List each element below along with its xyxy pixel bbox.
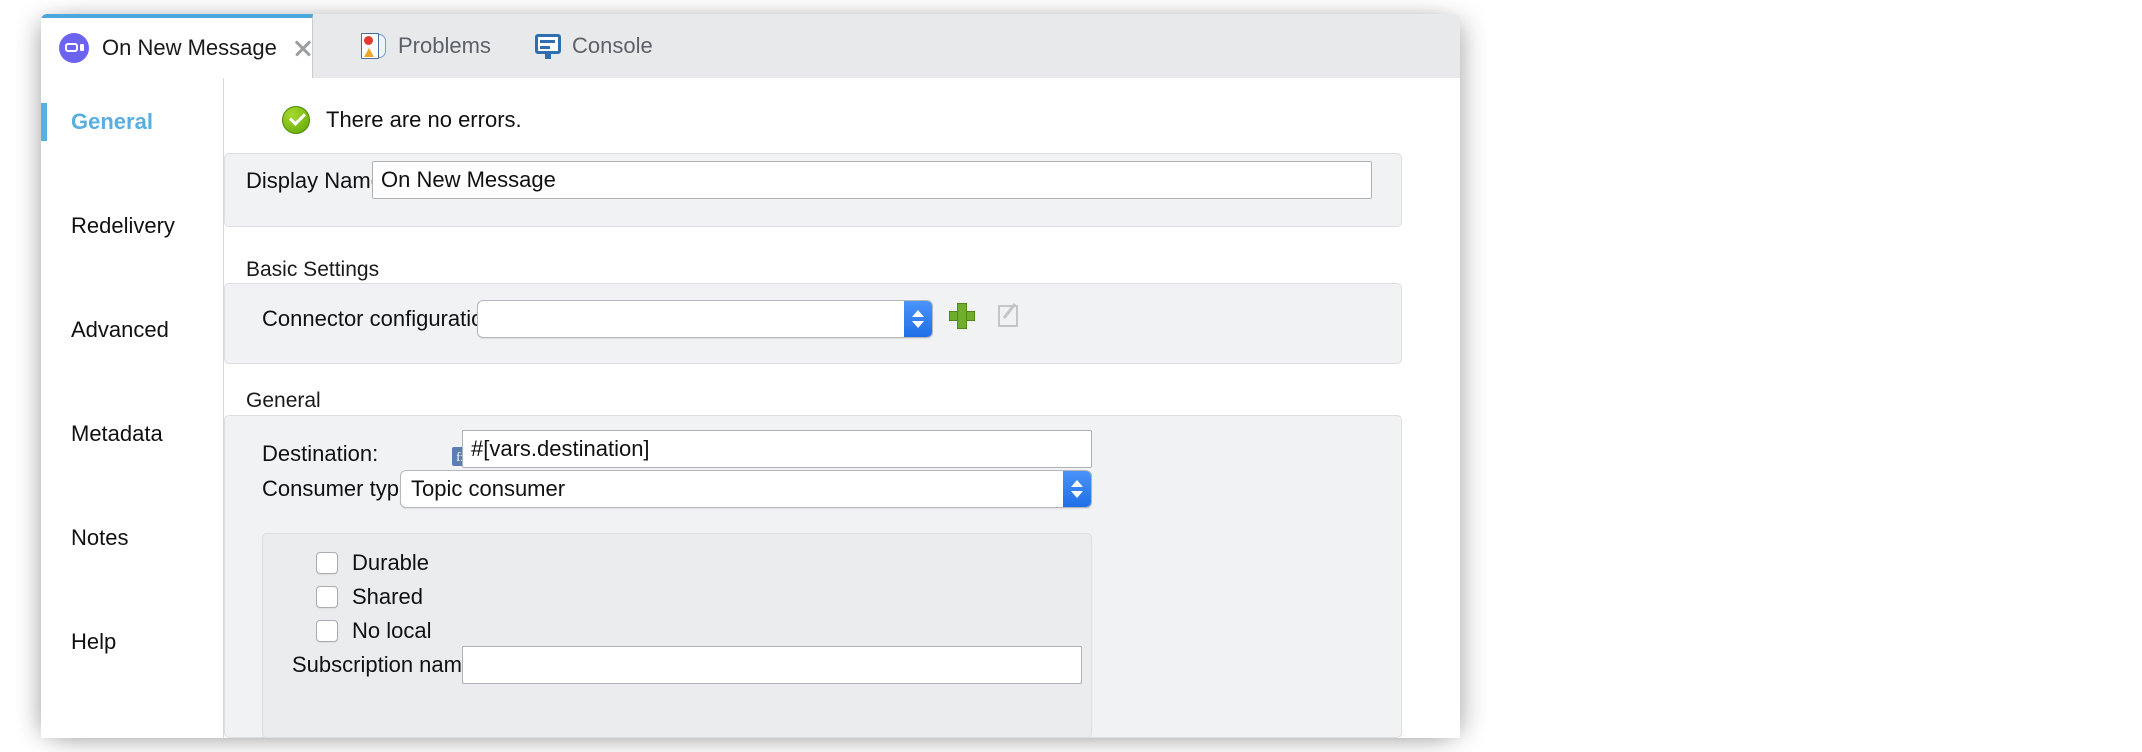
sidebar-item-label: Help (71, 629, 117, 654)
tab-label: On New Message (102, 35, 277, 60)
problems-icon (361, 33, 387, 59)
consumer-type-label: Consumer type (262, 476, 412, 501)
connector-configuration-label: Connector configuration: (262, 306, 502, 331)
shared-checkbox-row[interactable]: Shared (316, 584, 423, 610)
durable-checkbox-row[interactable]: Durable (316, 550, 429, 576)
no-local-checkbox-row[interactable]: No local (316, 618, 431, 644)
sidebar-item-label: Advanced (71, 317, 169, 342)
no-local-label: No local (352, 618, 432, 643)
sidebar-item-metadata[interactable]: Metadata (41, 408, 223, 460)
tab-problems[interactable]: Problems (351, 14, 501, 78)
consumer-type-value: Topic consumer (411, 476, 566, 501)
sidebar-item-notes[interactable]: Notes (41, 512, 223, 564)
editor-window: On New Message Problems Console General … (41, 14, 1460, 738)
connector-configuration-select[interactable] (477, 300, 933, 338)
edit-pencil-icon (997, 302, 1023, 329)
sidebar-item-label: Metadata (71, 421, 163, 446)
no-local-checkbox[interactable] (316, 620, 338, 642)
properties-sidebar: General Redelivery Advanced Metadata Not… (41, 78, 224, 738)
display-name-label: Display Name: (246, 168, 390, 193)
sidebar-item-general[interactable]: General (41, 96, 223, 148)
tab-label: Problems (398, 33, 491, 58)
tab-on-new-message[interactable]: On New Message (41, 14, 313, 78)
sidebar-item-redelivery[interactable]: Redelivery (41, 200, 223, 252)
subscription-name-input[interactable] (462, 646, 1082, 684)
message-icon (59, 33, 89, 63)
properties-content: There are no errors. Display Name: On Ne… (224, 78, 1460, 738)
shared-checkbox[interactable] (316, 586, 338, 608)
tab-label: Console (572, 33, 653, 58)
destination-input[interactable]: #[vars.destination] (462, 430, 1092, 468)
tab-strip: On New Message Problems Console (41, 14, 1460, 79)
chevron-updown-icon[interactable] (904, 301, 932, 337)
sidebar-item-label: Notes (71, 525, 129, 550)
sidebar-item-help[interactable]: Help (41, 616, 223, 668)
consumer-type-select[interactable]: Topic consumer (400, 470, 1092, 508)
display-name-input[interactable]: On New Message (372, 161, 1372, 199)
sidebar-item-label: Redelivery (71, 213, 175, 238)
shared-label: Shared (352, 584, 423, 609)
subscription-name-label: Subscription name: (292, 652, 481, 677)
status-message: There are no errors. (282, 106, 522, 134)
durable-checkbox[interactable] (316, 552, 338, 574)
editor-body: General Redelivery Advanced Metadata Not… (41, 78, 1460, 738)
sidebar-item-label: General (71, 109, 153, 134)
basic-settings-title: Basic Settings (246, 258, 380, 281)
check-circle-icon (282, 106, 310, 134)
console-icon (535, 33, 561, 59)
chevron-updown-icon[interactable] (1063, 471, 1091, 507)
general-section-title: General (246, 389, 321, 412)
sidebar-item-advanced[interactable]: Advanced (41, 304, 223, 356)
plus-icon[interactable] (949, 303, 975, 329)
status-text: There are no errors. (326, 107, 522, 132)
tab-console[interactable]: Console (525, 14, 663, 78)
durable-label: Durable (352, 550, 430, 575)
close-icon[interactable] (293, 38, 313, 58)
destination-label: Destination: (262, 441, 379, 466)
